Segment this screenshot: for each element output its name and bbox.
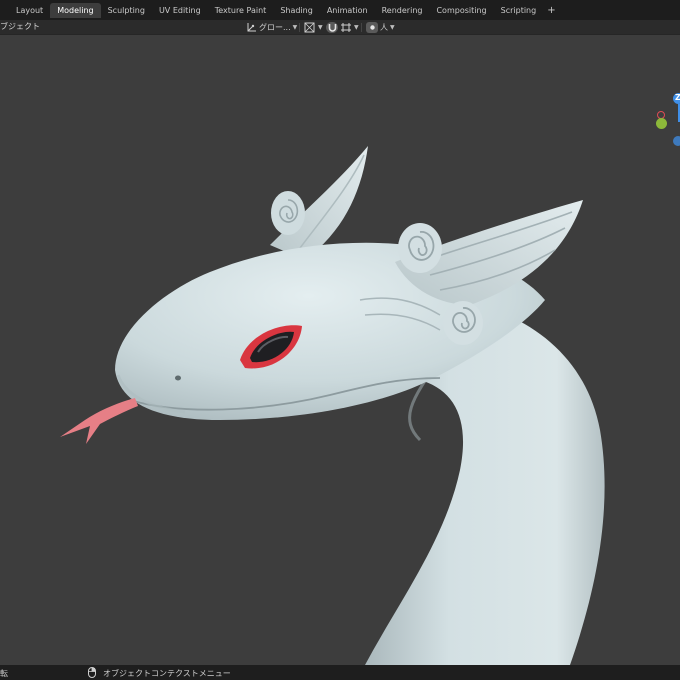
pivot-point-dropdown[interactable]: ▼ bbox=[304, 21, 323, 33]
chevron-down-icon: ▼ bbox=[292, 23, 298, 31]
cheek-swirl bbox=[443, 301, 483, 345]
context-menu-hint: オブジェクトコンテクストメニュー bbox=[103, 669, 231, 678]
viewport-header: ブジェクト グロー... ▼ ▼ ▼ 人 ▼ bbox=[0, 20, 680, 35]
snap-target-icon bbox=[341, 22, 351, 32]
nostril bbox=[175, 375, 181, 381]
serpent-model bbox=[60, 146, 605, 665]
tab-animation[interactable]: Animation bbox=[320, 3, 375, 18]
navigation-gizmo[interactable]: Z bbox=[650, 91, 680, 151]
chevron-down-icon: ▼ bbox=[354, 23, 359, 31]
view-mode-dropdown[interactable]: 人 ▼ bbox=[380, 21, 395, 33]
proportional-editing-toggle[interactable] bbox=[366, 21, 378, 33]
transform-orientation-dropdown[interactable]: グロー... ▼ bbox=[246, 21, 297, 33]
proportional-editing-icon bbox=[366, 21, 378, 33]
y-axis-handle[interactable] bbox=[656, 118, 667, 129]
tab-rendering[interactable]: Rendering bbox=[375, 3, 430, 18]
tab-compositing[interactable]: Compositing bbox=[429, 3, 493, 18]
z-axis-label: Z bbox=[675, 93, 680, 102]
pivot-point-icon bbox=[304, 22, 315, 32]
chevron-down-icon: ▼ bbox=[390, 23, 395, 31]
snap-target-dropdown[interactable]: ▼ bbox=[340, 21, 359, 33]
mouse-right-click-icon bbox=[88, 667, 96, 678]
tab-sculpting[interactable]: Sculpting bbox=[101, 3, 152, 18]
tab-uv-editing[interactable]: UV Editing bbox=[152, 3, 208, 18]
transform-orientation-icon bbox=[247, 22, 256, 31]
header-divider bbox=[299, 23, 300, 32]
tab-texture-paint[interactable]: Texture Paint bbox=[208, 3, 274, 18]
z-axis-handle[interactable]: Z bbox=[673, 93, 680, 104]
tab-layout[interactable]: Layout bbox=[9, 3, 50, 18]
tab-shading[interactable]: Shading bbox=[273, 3, 320, 18]
far-horn-swirl bbox=[271, 191, 305, 235]
workspace-tab-bar: Layout Modeling Sculpting UV Editing Tex… bbox=[0, 0, 680, 20]
object-menu[interactable]: ブジェクト bbox=[0, 21, 40, 32]
header-divider bbox=[361, 23, 362, 32]
view-mode-label: 人 bbox=[380, 22, 388, 32]
tab-scripting[interactable]: Scripting bbox=[494, 3, 544, 18]
tab-modeling[interactable]: Modeling bbox=[50, 2, 101, 18]
status-left-label: 転 bbox=[0, 669, 8, 678]
near-horn-swirl bbox=[398, 223, 442, 273]
snapping-toggle[interactable] bbox=[326, 21, 338, 33]
transform-orientation-label: グロー... bbox=[259, 22, 291, 32]
magnet-icon bbox=[326, 21, 338, 33]
3d-viewport[interactable]: Z bbox=[0, 35, 680, 665]
negative-z-axis-handle[interactable] bbox=[673, 136, 680, 146]
status-bar: 転 オブジェクトコンテクストメニュー bbox=[0, 665, 680, 680]
add-workspace-button[interactable]: + bbox=[543, 3, 559, 18]
chevron-down-icon: ▼ bbox=[318, 23, 323, 31]
serpent-tongue bbox=[60, 398, 138, 444]
